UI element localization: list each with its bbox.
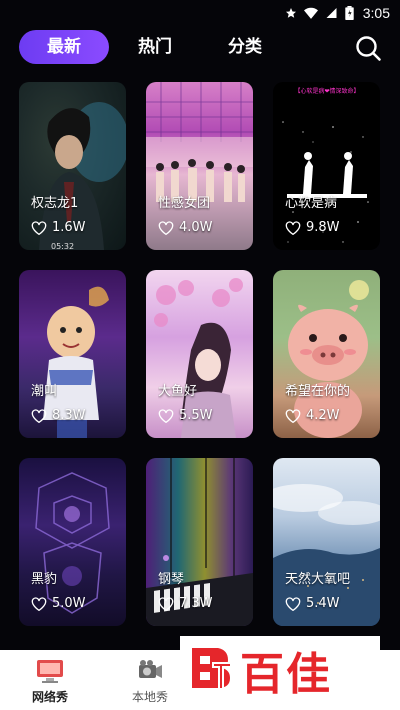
watermark: 百佳 [180, 636, 380, 700]
card-caption: 【心软是病❤情深致命】 [294, 88, 360, 95]
top-tabs: 最新 热门 分类 [0, 30, 400, 66]
battery-icon [345, 6, 354, 20]
tab-hot[interactable]: 热门 [133, 30, 177, 64]
card-title: 权志龙1 [31, 196, 79, 211]
card-title: 希望在你的 [285, 384, 351, 399]
heart-icon [285, 596, 301, 611]
monitor-icon [37, 660, 63, 683]
card-title: 钢琴 [158, 572, 185, 587]
heart-icon [31, 220, 47, 235]
video-duration: 05:32 [51, 242, 75, 250]
star-icon [285, 8, 296, 18]
likes-count: 4.2W [285, 408, 340, 423]
signal-icon [326, 8, 337, 18]
tab-latest[interactable]: 最新 [19, 30, 109, 64]
heart-icon [158, 408, 174, 423]
status-time: 3:05 [362, 5, 390, 21]
nav-online-show[interactable]: 网络秀 [10, 650, 90, 710]
likes-count: 9.8W [285, 220, 340, 235]
search-icon[interactable] [354, 34, 382, 62]
likes-value: 7.3W [179, 596, 213, 611]
heart-icon [31, 596, 47, 611]
likes-count: 5.4W [285, 596, 340, 611]
card-title: 黑豹 [31, 572, 58, 587]
video-card[interactable]: 黑豹 5.0W [19, 458, 126, 626]
video-card[interactable]: 潮叫 8.3W [19, 270, 126, 438]
video-card[interactable]: 天然大氧吧 5.4W [273, 458, 380, 626]
card-title: 天然大氧吧 [285, 572, 351, 587]
likes-value: 9.8W [306, 220, 340, 235]
likes-count: 5.5W [158, 408, 213, 423]
status-bar: 3:05 [0, 0, 400, 26]
nav-local-show[interactable]: 本地秀 [110, 650, 190, 710]
heart-icon [285, 220, 301, 235]
likes-count: 8.3W [31, 408, 86, 423]
video-card[interactable]: 钢琴 7.3W [146, 458, 253, 626]
wifi-icon [303, 7, 318, 19]
camera-icon [139, 660, 162, 678]
heart-icon [31, 408, 47, 423]
card-title: 心软是病 [285, 196, 338, 211]
card-title: 潮叫 [31, 384, 58, 399]
watermark-logo-icon [192, 648, 232, 690]
likes-value: 8.3W [52, 408, 86, 423]
tab-category[interactable]: 分类 [223, 30, 267, 64]
likes-count: 1.6W [31, 220, 86, 235]
likes-count: 4.0W [158, 220, 213, 235]
nav-label: 网络秀 [31, 690, 68, 704]
video-card[interactable]: 性感女团 4.0W [146, 82, 253, 250]
video-card[interactable]: 权志龙1 1.6W 05:32 [19, 82, 126, 250]
card-title: 大鱼好 [158, 384, 198, 399]
video-card[interactable]: 【心软是病❤情深致命】 心软是病 9.8W [273, 82, 380, 250]
likes-count: 5.0W [31, 596, 86, 611]
likes-value: 5.0W [52, 596, 86, 611]
video-grid: 权志龙1 1.6W 05:32 性感女团 4.0W 【心软是病❤情深致命】 心软… [19, 82, 381, 626]
likes-value: 4.0W [179, 220, 213, 235]
likes-count: 7.3W [158, 596, 213, 611]
heart-icon [158, 220, 174, 235]
likes-value: 4.2W [306, 408, 340, 423]
likes-value: 5.5W [179, 408, 213, 423]
heart-icon [158, 596, 174, 611]
nav-label: 本地秀 [131, 690, 168, 704]
video-card[interactable]: 希望在你的 4.2W [273, 270, 380, 438]
card-title: 性感女团 [158, 196, 211, 211]
heart-icon [285, 408, 301, 423]
likes-value: 1.6W [52, 220, 86, 235]
watermark-text: 百佳 [240, 649, 332, 700]
likes-value: 5.4W [306, 596, 340, 611]
video-card[interactable]: 大鱼好 5.5W [146, 270, 253, 438]
